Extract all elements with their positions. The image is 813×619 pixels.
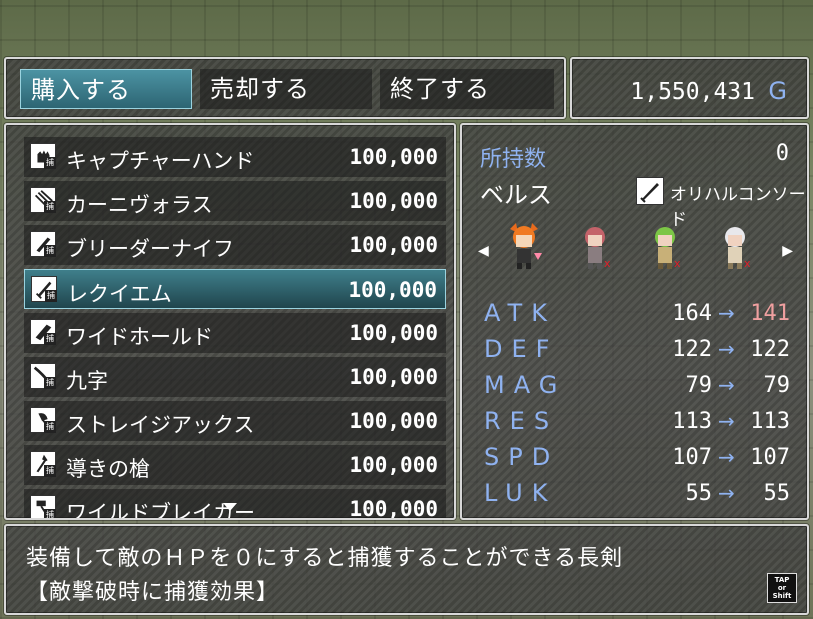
stat-current: 113 <box>672 409 712 434</box>
spear-icon: 捕 <box>30 451 56 477</box>
prev-actor-arrow-icon[interactable]: ◀ <box>478 243 489 259</box>
stat-new: 55 <box>763 481 791 506</box>
help-text-line1: 装備して敵のＨＰを０にすると捕獲することができる長剣 <box>26 546 624 571</box>
item-name: 九字 <box>66 369 108 393</box>
stat-current: 107 <box>672 445 712 470</box>
possession-label: 所持数 <box>480 147 547 172</box>
gold-window: 1,550,431 G <box>570 57 809 119</box>
capture-tag: 捕 <box>44 465 56 477</box>
capture-tag: 捕 <box>44 509 56 519</box>
stat-new: 79 <box>763 373 791 398</box>
tap-or-shift-button[interactable]: TAP or Shift <box>767 573 797 603</box>
stat-label: RES <box>484 407 559 435</box>
equipped-weapon-icon <box>636 177 664 205</box>
actor-sprite-bels[interactable] <box>504 223 544 269</box>
or-label: or <box>777 584 787 592</box>
stat-current: 164 <box>672 301 712 326</box>
shift-label: Shift <box>772 592 792 600</box>
svg-text:x: x <box>674 257 681 269</box>
stat-label: SPD <box>484 443 560 471</box>
stat-label: DEF <box>484 335 559 363</box>
help-text-line2: 【敵撃破時に捕獲効果】 <box>26 580 280 605</box>
item-row[interactable]: 捕レクイエム 100,000 <box>24 269 446 309</box>
capture-tag: 捕 <box>44 377 56 389</box>
axe-icon: 捕 <box>30 407 56 433</box>
exit-command[interactable]: 終了する <box>380 69 554 109</box>
item-row[interactable]: 捕九字 100,000 <box>24 357 446 397</box>
help-window: 装備して敵のＨＰを０にすると捕獲することができる長剣 【敵撃破時に捕獲効果】 T… <box>4 524 809 615</box>
possession-count: 0 <box>775 141 789 166</box>
capture-tag: 捕 <box>44 333 56 345</box>
capture-tag: 捕 <box>45 290 57 302</box>
stat-label: MAG <box>484 371 567 399</box>
item-row[interactable]: 捕ストレイジアックス 100,000 <box>24 401 446 441</box>
item-row[interactable]: 捕カーニヴォラス 100,000 <box>24 181 446 221</box>
item-row[interactable]: 捕ブリーダーナイフ 100,000 <box>24 225 446 265</box>
item-row[interactable]: 捕ワイドホールド 100,000 <box>24 313 446 353</box>
item-price: 100,000 <box>349 233 438 257</box>
item-name: キャプチャーハンド <box>66 149 255 173</box>
capture-tag: 捕 <box>44 201 56 213</box>
actor-sprite-green-hair[interactable]: x <box>645 223 685 269</box>
item-name: カーニヴォラス <box>66 193 213 217</box>
sword-icon: 捕 <box>31 276 57 302</box>
stat-new: 141 <box>750 301 790 326</box>
broad-sword-icon: 捕 <box>30 319 56 345</box>
gold-unit: G <box>768 77 787 105</box>
item-price: 100,000 <box>348 278 437 302</box>
item-name: ワイドホールド <box>66 325 213 349</box>
stat-label: ATK <box>484 299 556 327</box>
stat-label: LUK <box>484 479 557 507</box>
capture-tag: 捕 <box>44 245 56 257</box>
item-price: 100,000 <box>349 189 438 213</box>
tap-label: TAP <box>774 576 790 584</box>
item-name: 導きの槍 <box>66 457 150 481</box>
knife-icon: 捕 <box>30 231 56 257</box>
svg-text:x: x <box>744 257 751 269</box>
item-price: 100,000 <box>349 321 438 345</box>
item-name: レクイエム <box>67 282 172 306</box>
item-price: 100,000 <box>349 409 438 433</box>
item-price: 100,000 <box>349 145 438 169</box>
stat-new: 107 <box>750 445 790 470</box>
capture-tag: 捕 <box>44 421 56 433</box>
item-name: ストレイジアックス <box>66 413 255 437</box>
stat-current: 122 <box>672 337 712 362</box>
item-price: 100,000 <box>349 497 438 520</box>
claw-icon: 捕 <box>30 187 56 213</box>
stat-new: 122 <box>750 337 790 362</box>
item-row[interactable]: 捕キャプチャーハンド 100,000 <box>24 137 446 177</box>
command-window: 購入する 売却する 終了する <box>4 57 566 119</box>
next-actor-arrow-icon[interactable]: ▶ <box>782 243 793 259</box>
actor-sprite-white-hair[interactable]: x <box>715 223 755 269</box>
stat-current: 55 <box>685 481 713 506</box>
stat-new: 113 <box>750 409 790 434</box>
item-price: 100,000 <box>349 453 438 477</box>
scroll-down-arrow-icon[interactable] <box>223 503 237 511</box>
sell-command[interactable]: 売却する <box>200 69 372 109</box>
katana-icon: 捕 <box>30 363 56 389</box>
gauntlet-icon: 捕 <box>30 143 56 169</box>
capture-tag: 捕 <box>44 157 56 169</box>
item-price: 100,000 <box>349 365 438 389</box>
item-row[interactable]: 捕導きの槍 100,000 <box>24 445 446 485</box>
hammer-icon: 捕 <box>30 495 56 519</box>
item-name: ブリーダーナイフ <box>66 237 234 261</box>
actor-sprite-red-hair[interactable]: x <box>575 223 615 269</box>
item-list-window: 捕キャプチャーハンド 100,000 捕カーニヴォラス 100,000 捕ブリーダーナイ… <box>4 123 456 520</box>
stat-current: 79 <box>685 373 713 398</box>
svg-text:x: x <box>604 257 611 269</box>
actor-name: ベルス <box>480 181 552 209</box>
buy-command[interactable]: 購入する <box>20 69 192 109</box>
status-window: 所持数 0 ベルス オリハルコンソード ◀ ▶ x x x ATK 164 → 141… <box>460 123 809 520</box>
gold-amount: 1,550,431 <box>630 79 755 105</box>
